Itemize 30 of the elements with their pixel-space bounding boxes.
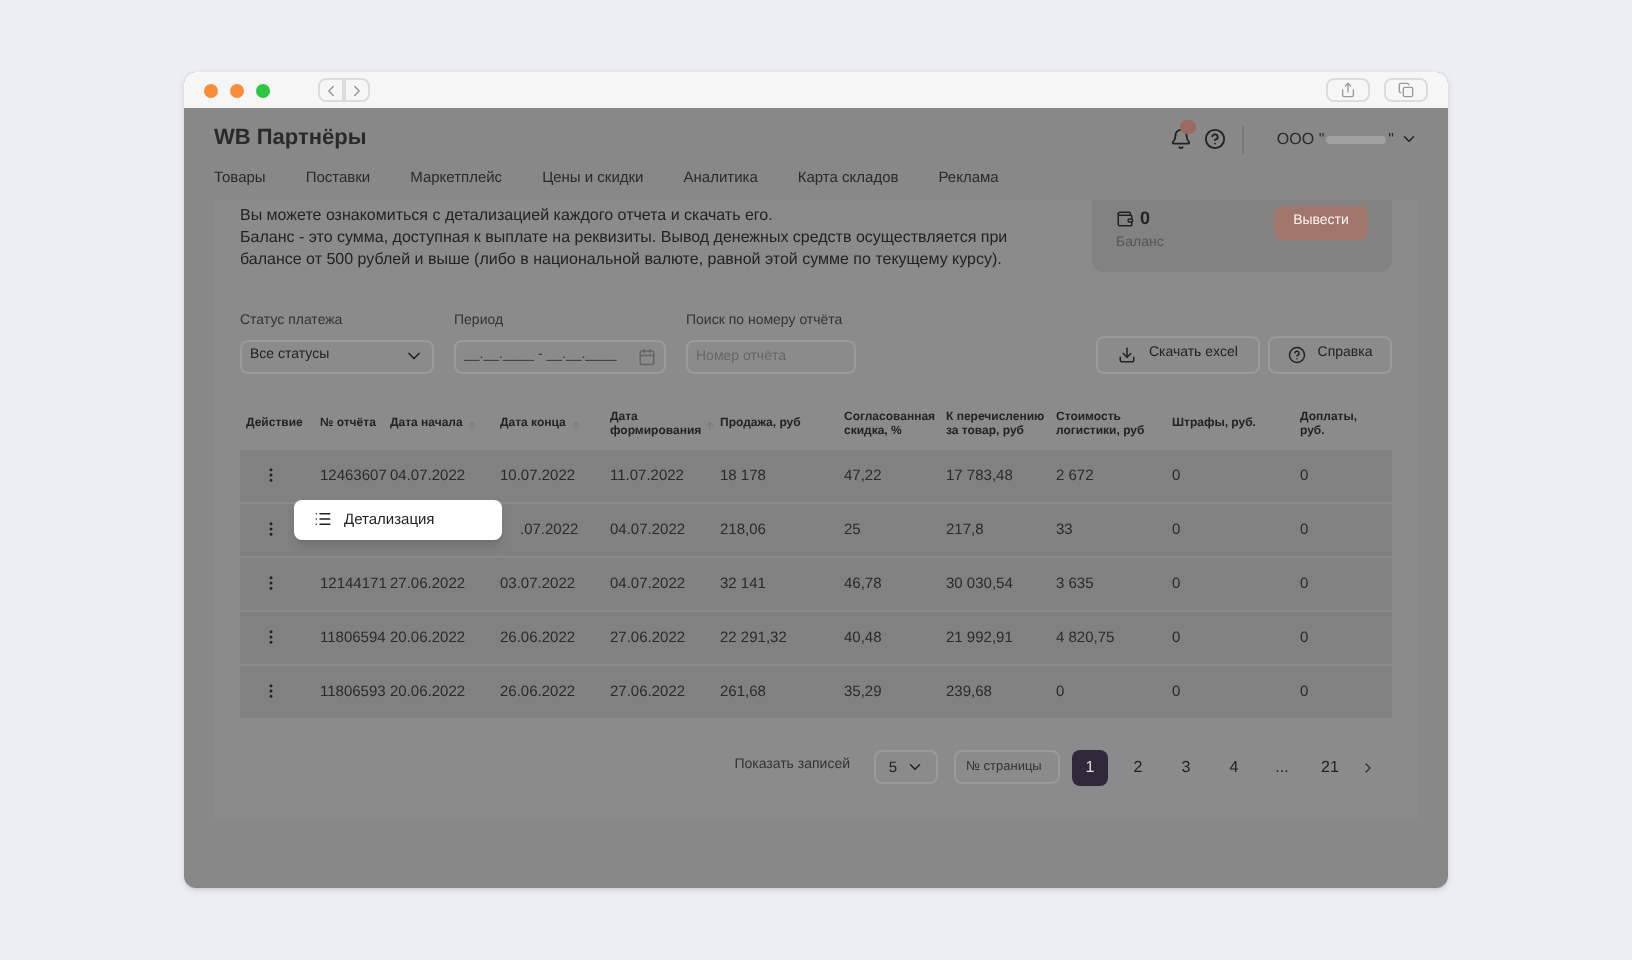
share-button[interactable] [1326, 78, 1370, 102]
page-button[interactable]: 2 [1120, 749, 1156, 785]
next-page-icon[interactable] [1360, 759, 1376, 775]
caret-icon [1400, 130, 1418, 148]
caret-icon [905, 758, 924, 776]
back-button[interactable] [318, 78, 344, 102]
intro-text: Баланс - это сумма, доступная к выплате на реквизиты. Вывод денежных средств осуществляется при балансе от 500 рублей и выше (либо в национальной валюте, равной этой сумме по текущему курсу). [240, 226, 1010, 270]
share-icon [1340, 82, 1356, 98]
calendar-icon[interactable] [638, 347, 656, 365]
page-button[interactable]: 21 [1312, 749, 1348, 785]
tabs-icon [1398, 82, 1414, 98]
tabs-button[interactable] [1384, 78, 1428, 102]
page-button[interactable]: 3 [1168, 749, 1204, 785]
page-button[interactable]: 1 [1072, 749, 1108, 785]
app-title: WB Партнёры [214, 124, 367, 155]
notification-badge [1180, 120, 1197, 134]
wallet-icon [1116, 210, 1134, 229]
download-icon [1118, 345, 1137, 363]
forward-button[interactable] [344, 78, 370, 102]
page-button[interactable]: 4 [1216, 749, 1252, 785]
list-icon [314, 510, 332, 528]
balance-value: 0 [1140, 206, 1151, 232]
page-button[interactable]: ... [1264, 749, 1300, 785]
chevron-right-icon [348, 81, 366, 99]
help-icon [1287, 345, 1306, 363]
company-name[interactable]: ООО " [1276, 127, 1325, 151]
company-name-end: " [1388, 127, 1394, 151]
chevron-left-icon [322, 81, 340, 99]
help-icon[interactable] [1204, 128, 1227, 150]
intro-text: Вы можете ознакомиться с детализацией каждого отчета и скачать его. [240, 204, 775, 226]
